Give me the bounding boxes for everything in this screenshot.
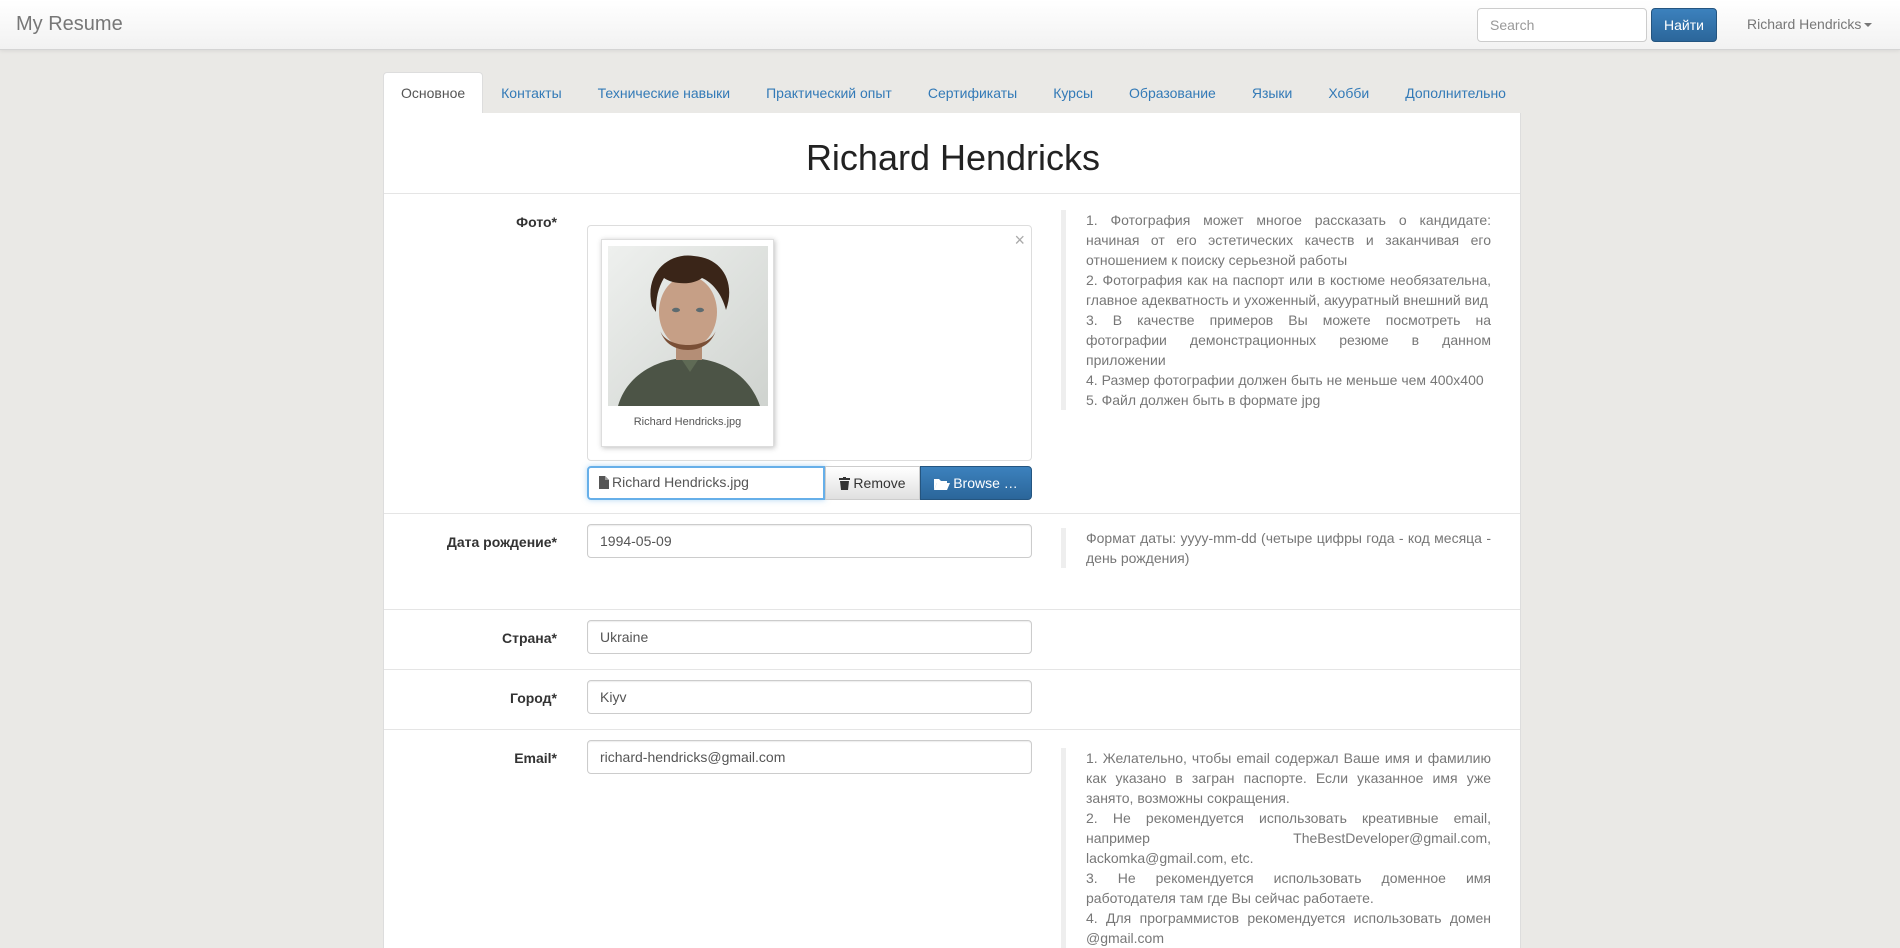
city-row: Город* Kiyv (384, 669, 1520, 729)
search-input[interactable] (1477, 8, 1647, 42)
birth-date-help-text: Формат даты: yyyy-mm-dd (четыре цифры го… (1061, 528, 1491, 568)
photo-caption: Richard Hendricks.jpg (633, 416, 742, 428)
help-item: 3. Не рекомендуется использовать доменно… (1086, 870, 1491, 906)
profile-tabs: Основное Контакты Технические навыки Пра… (383, 72, 1521, 114)
top-navbar: My Resume Найти Richard Hendricks (0, 0, 1900, 50)
tab-languages[interactable]: Языки (1234, 72, 1311, 113)
tab-main[interactable]: Основное (383, 72, 484, 114)
folder-open-icon (934, 469, 951, 501)
user-name: Richard Hendricks (1747, 16, 1862, 32)
browse-label: Browse … (953, 475, 1018, 491)
file-icon (599, 476, 609, 492)
help-item: 2. Фотография как на паспорт или в костю… (1086, 272, 1491, 308)
profile-panel: Richard Hendricks Фото* × Richard Hendri… (383, 113, 1521, 948)
tab-education[interactable]: Образование (1111, 72, 1234, 113)
help-item: 2. Не рекомендуется использовать креатив… (1086, 810, 1491, 866)
birth-date-row: Дата рождение* 1994-05-09 Формат даты: y… (384, 513, 1520, 609)
help-item: 1. Фотография может многое рассказать о … (1086, 212, 1491, 268)
email-label: Email* (514, 750, 557, 766)
birth-date-label: Дата рождение* (446, 534, 557, 550)
tab-contacts[interactable]: Контакты (483, 72, 579, 113)
file-name-text: Richard Hendricks.jpg (612, 474, 749, 490)
browse-button[interactable]: Browse … (920, 466, 1032, 500)
tab-additional[interactable]: Дополнительно (1387, 72, 1524, 113)
close-icon[interactable]: × (1014, 230, 1025, 251)
email-field[interactable]: richard-hendricks@gmail.com (587, 740, 1032, 774)
trash-icon (839, 469, 851, 501)
search-button[interactable]: Найти (1651, 8, 1717, 42)
country-field[interactable]: Ukraine (587, 620, 1032, 654)
photo-preview-box: × Richard Hendricks.jpg (587, 225, 1032, 461)
help-item: 5. Файл должен быть в формате jpg (1086, 392, 1321, 408)
city-label: Город* (509, 690, 557, 706)
tab-experience[interactable]: Практический опыт (748, 72, 910, 113)
help-item: 4. Для программистов рекомендуется испол… (1086, 910, 1491, 946)
tab-skills[interactable]: Технические навыки (580, 72, 748, 113)
photo-thumbnail: Richard Hendricks.jpg (601, 239, 774, 447)
help-item: 4. Размер фотографии должен быть не мень… (1086, 372, 1484, 388)
tab-certificates[interactable]: Сертификаты (910, 72, 1035, 113)
file-input-group: Richard Hendricks.jpg Remove Browse … (587, 466, 1032, 500)
country-row: Страна* Ukraine (384, 609, 1520, 669)
file-name-field[interactable]: Richard Hendricks.jpg (587, 466, 825, 500)
tab-courses[interactable]: Курсы (1035, 72, 1111, 113)
help-item: 3. В качестве примеров Вы можете посмотр… (1086, 312, 1491, 368)
city-field[interactable]: Kiyv (587, 680, 1032, 714)
help-item: 1. Желательно, чтобы email содержал Ваше… (1086, 750, 1491, 806)
photo-label: Фото* (516, 214, 557, 230)
user-menu-dropdown[interactable]: Richard Hendricks (1747, 16, 1873, 32)
country-label: Страна* (502, 630, 557, 646)
photo-help-text: 1. Фотография может многое рассказать о … (1061, 210, 1491, 410)
page-title: Richard Hendricks (805, 137, 1101, 178)
email-row: Email* richard-hendricks@gmail.com 1. Же… (384, 729, 1520, 948)
brand-logo[interactable]: My Resume (16, 13, 123, 36)
email-help-text: 1. Желательно, чтобы email содержал Ваше… (1061, 748, 1491, 948)
tab-hobby[interactable]: Хобби (1310, 72, 1387, 113)
photo-row: Фото* × Richard Hendricks.jpg Richard He… (384, 193, 1520, 513)
birth-date-field[interactable]: 1994-05-09 (587, 524, 1032, 558)
remove-button[interactable]: Remove (825, 466, 920, 500)
remove-label: Remove (853, 475, 906, 491)
portrait-image (608, 246, 768, 406)
caret-down-icon (1864, 23, 1873, 28)
